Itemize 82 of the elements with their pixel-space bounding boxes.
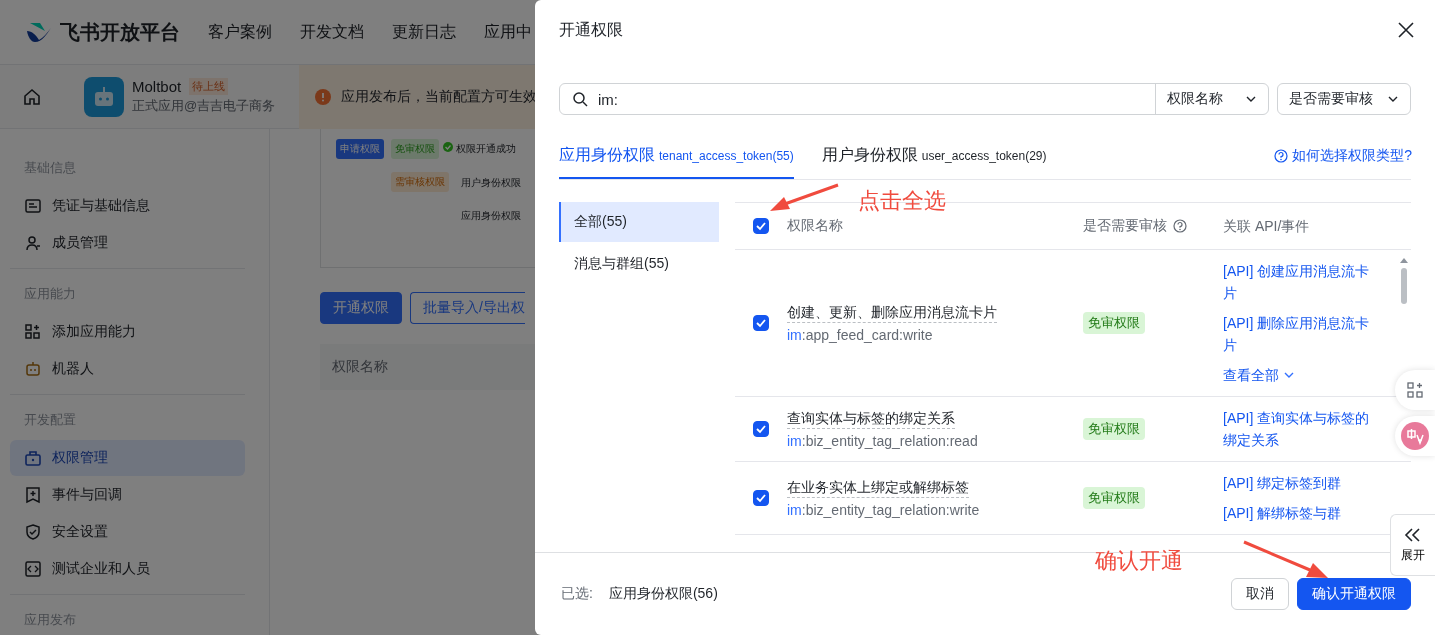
column-header: 权限名称 xyxy=(787,217,844,235)
tab[interactable]: 用户身份权限 user_access_token(29) xyxy=(821,145,1047,179)
permission-name: 查询实体与标签的绑定关系 xyxy=(787,409,955,429)
app-subtitle: 正式应用@吉吉电子商务 xyxy=(132,97,276,115)
bookmark-icon xyxy=(24,486,42,504)
flow-label: 用户身份权限 xyxy=(461,176,521,190)
brand-name[interactable]: 飞书开放平台 xyxy=(60,18,180,46)
briefcase-icon xyxy=(24,449,42,467)
api-link[interactable]: [API] 查询实体与标签的绑定关系 xyxy=(1223,407,1373,451)
checkbox[interactable] xyxy=(753,218,769,234)
sidebar-item[interactable]: 权限管理 xyxy=(10,440,245,476)
api-link[interactable]: [API] 绑定标签到群 xyxy=(1223,472,1373,494)
api-link[interactable]: [API] 删除应用消息流卡片 xyxy=(1223,312,1373,356)
nav-link[interactable]: 更新日志 xyxy=(392,21,456,43)
tab[interactable]: 应用身份权限 tenant_access_token(55) xyxy=(559,145,794,179)
app-logo-icon[interactable] xyxy=(26,21,52,43)
id-card-icon xyxy=(24,197,42,215)
cancel-button[interactable]: 取消 xyxy=(1231,578,1289,610)
sidebar-item[interactable]: 安全设置 xyxy=(10,514,245,550)
permission-scope: im:biz_entity_tag_relation:read xyxy=(787,432,979,449)
category-item[interactable]: 消息与群组(55) xyxy=(559,244,719,284)
permission-name: 创建、更新、删除应用消息流卡片 xyxy=(787,303,997,323)
nav-link[interactable]: 开发文档 xyxy=(300,21,364,43)
flow-step: 申请权限 xyxy=(336,139,384,159)
column-header: 权限名称 xyxy=(332,358,388,376)
column-header: 是否需要审核 xyxy=(1083,217,1167,235)
close-icon[interactable] xyxy=(1397,21,1415,39)
robot-icon xyxy=(24,360,42,378)
app-avatar xyxy=(84,76,124,117)
column-header: 关联 API/事件 xyxy=(1223,217,1311,236)
app-name: Moltbot xyxy=(132,78,182,95)
permission-scope: im:biz_entity_tag_relation:write xyxy=(787,501,981,518)
home-icon[interactable] xyxy=(22,86,42,107)
sidebar-item[interactable]: 凭证与基础信息 xyxy=(10,188,245,224)
review-tag: 免审权限 xyxy=(1083,487,1145,509)
checkbox[interactable] xyxy=(753,490,769,506)
sidebar-item[interactable]: 机器人 xyxy=(10,351,245,387)
api-link[interactable]: [API] 创建应用消息流卡片 xyxy=(1223,260,1373,304)
check-circle-icon xyxy=(443,142,453,152)
review-tag: 免审权限 xyxy=(1083,312,1145,334)
annotation-text: 点击全选 xyxy=(858,187,946,215)
search-field[interactable]: im: 权限名称 xyxy=(559,83,1269,115)
category-item[interactable]: 全部(55) xyxy=(559,202,719,242)
sidebar-item[interactable]: 添加应用能力 xyxy=(10,314,245,350)
notice-text: 应用发布后，当前配置方可生效 xyxy=(341,87,538,106)
search-icon xyxy=(572,91,588,107)
person-icon xyxy=(24,234,42,252)
review-tag: 免审权限 xyxy=(1083,418,1145,440)
warning-icon xyxy=(315,88,332,105)
permission-name: 在业务实体上绑定或解绑标签 xyxy=(787,478,969,498)
checkbox[interactable] xyxy=(753,315,769,331)
help-link[interactable]: 如何选择权限类型? xyxy=(1274,147,1412,179)
shield-icon xyxy=(24,523,42,541)
double-chevron-left-icon xyxy=(1403,526,1423,543)
flow-step: 免审权限 xyxy=(391,139,439,159)
dialog-title: 开通权限 xyxy=(559,19,623,40)
expand-button[interactable]: 展开 xyxy=(1390,514,1435,576)
checkbox[interactable] xyxy=(753,421,769,437)
selected-summary: 应用身份权限(56) xyxy=(608,585,718,603)
flow-step: 需审核权限 xyxy=(391,172,449,192)
sidebar-item[interactable]: 成员管理 xyxy=(10,225,245,261)
annotation-text: 确认开通 xyxy=(1095,547,1183,575)
nav-link[interactable]: 客户案例 xyxy=(208,21,272,43)
code-icon xyxy=(24,560,42,578)
api-link[interactable]: [API] 解绑标签与群 xyxy=(1223,502,1373,524)
flow-label: 应用身份权限 xyxy=(461,209,521,223)
sidebar-item[interactable]: 事件与回调 xyxy=(10,477,245,513)
grid-icon xyxy=(24,323,42,341)
nav-link[interactable]: 应用中 xyxy=(484,21,532,43)
permission-scope: im:app_feed_card:write xyxy=(787,326,934,343)
filter-select[interactable]: 是否需要审核 xyxy=(1277,83,1411,115)
filter-select[interactable]: 权限名称 xyxy=(1155,84,1268,114)
selected-label: 已选: xyxy=(561,585,593,603)
apps-icon[interactable] xyxy=(1407,382,1423,398)
help-icon xyxy=(1274,149,1289,163)
view-all-link[interactable]: 查看全部 xyxy=(1223,364,1397,386)
flow-label: 权限开通成功 xyxy=(456,142,516,156)
translate-icon[interactable] xyxy=(1401,422,1429,450)
help-icon[interactable] xyxy=(1173,219,1187,233)
sidebar-item[interactable]: 测试企业和人员 xyxy=(10,551,245,587)
confirm-button[interactable]: 确认开通权限 xyxy=(1297,578,1411,610)
status-badge: 待上线 xyxy=(189,78,229,95)
